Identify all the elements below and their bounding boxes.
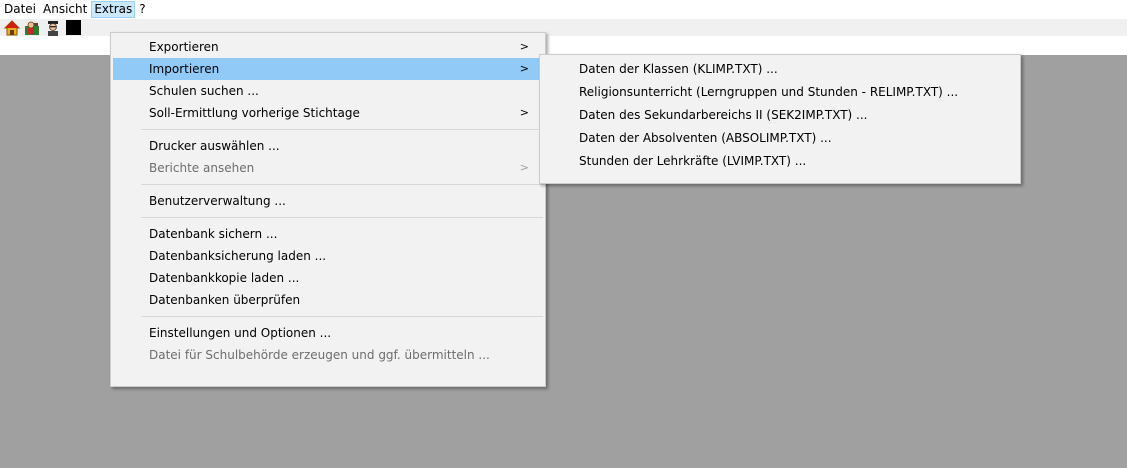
menu-item-datenbank-sichern[interactable]: Datenbank sichern ... (113, 223, 543, 245)
menu-item-einstellungen[interactable]: Einstellungen und Optionen ... (113, 322, 543, 344)
submenu-item-klimp[interactable]: Daten der Klassen (KLIMP.TXT) ... (542, 58, 1018, 80)
chevron-right-icon: > (519, 40, 529, 53)
extras-menu: Exportieren > Importieren > Schulen suchen… (110, 32, 546, 387)
menu-bar: Datei Ansicht Extras ? (0, 0, 1127, 19)
menu-item-datei-schulbehoerde[interactable]: Datei für Schulbehörde erzeugen und ggf.… (113, 344, 543, 366)
menu-datei[interactable]: Datei (3, 1, 39, 18)
import-submenu: Daten der Klassen (KLIMP.TXT) ... Religi… (539, 54, 1021, 184)
menu-extras[interactable]: Extras (91, 1, 136, 18)
chevron-right-icon: > (519, 161, 529, 174)
chevron-right-icon: > (519, 106, 529, 119)
chevron-right-icon: > (519, 62, 529, 75)
menu-item-berichte-ansehen[interactable]: Berichte ansehen > (113, 157, 543, 179)
submenu-item-relimp[interactable]: Religionsunterricht (Lerngruppen und Stu… (542, 81, 1018, 103)
menu-item-datenbanken-ueberpruefen[interactable]: Datenbanken überprüfen (113, 289, 543, 311)
menu-item-importieren[interactable]: Importieren > (113, 58, 543, 80)
menu-item-schulen-suchen[interactable]: Schulen suchen ... (113, 80, 543, 102)
menu-item-datenbankkopie-laden[interactable]: Datenbankkopie laden ... (113, 267, 543, 289)
black-square-icon[interactable] (65, 19, 82, 36)
person-icon[interactable] (23, 19, 40, 36)
menu-separator (141, 316, 543, 317)
menu-item-datenbanksicherung-laden[interactable]: Datenbanksicherung laden ... (113, 245, 543, 267)
menu-item-benutzerverwaltung[interactable]: Benutzerverwaltung ... (113, 190, 543, 212)
teacher-icon[interactable] (44, 19, 61, 36)
menu-separator (141, 129, 543, 130)
submenu-item-lvimp[interactable]: Stunden der Lehrkräfte (LVIMP.TXT) ... (542, 150, 1018, 172)
menu-ansicht[interactable]: Ansicht (40, 1, 90, 18)
menu-item-soll-ermittlung[interactable]: Soll-Ermittlung vorherige Stichtage > (113, 102, 543, 124)
menu-help[interactable]: ? (136, 1, 148, 18)
menu-separator (141, 184, 543, 185)
menu-separator (141, 217, 543, 218)
menu-item-drucker-auswaehlen[interactable]: Drucker auswählen ... (113, 135, 543, 157)
submenu-item-sek2imp[interactable]: Daten des Sekundarbereichs II (SEK2IMP.T… (542, 104, 1018, 126)
home-icon[interactable] (3, 19, 20, 36)
submenu-item-absolimp[interactable]: Daten der Absolventen (ABSOLIMP.TXT) ... (542, 127, 1018, 149)
menu-item-exportieren[interactable]: Exportieren > (113, 36, 543, 58)
